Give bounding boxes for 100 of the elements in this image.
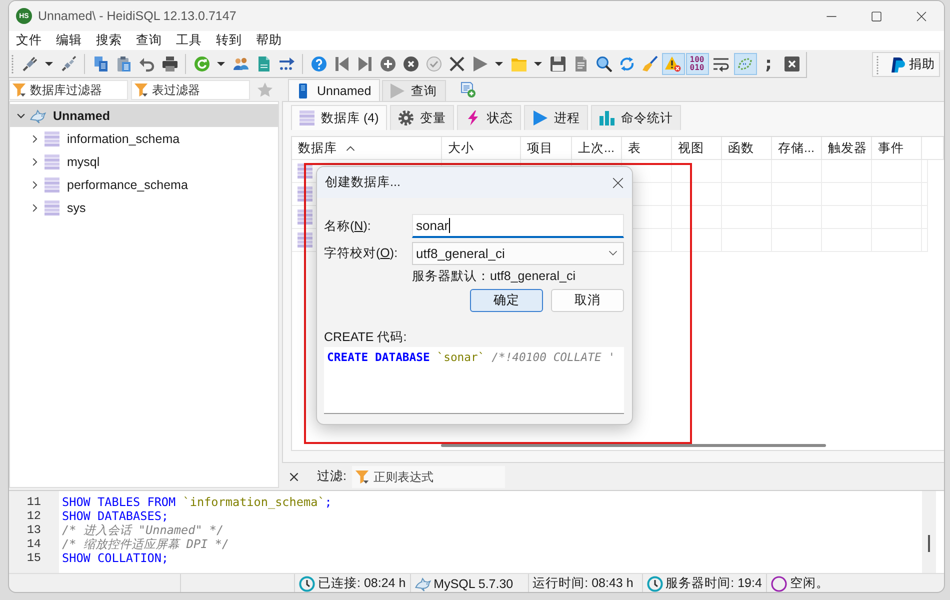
tab[interactable]: 进程 (524, 105, 588, 130)
table-cell (672, 160, 722, 183)
play-icon[interactable] (472, 56, 488, 72)
chevron-right-icon[interactable] (30, 156, 40, 166)
caret-icon[interactable] (495, 62, 503, 66)
new-tab-icon[interactable] (460, 82, 476, 98)
column-header[interactable]: 上次... (572, 137, 622, 160)
dialog-title: 创建数据库... (325, 174, 400, 191)
clipboard-icon[interactable] (116, 56, 132, 72)
toggle-button[interactable] (734, 53, 756, 75)
search-icon[interactable] (596, 56, 612, 72)
skip-forward-icon[interactable] (356, 56, 372, 72)
fish-icon (30, 108, 46, 124)
line-number: 13 (26, 523, 42, 537)
status-text: 服务器时间: 19:4 (666, 575, 762, 592)
donate-button[interactable]: 捐助 (883, 56, 935, 73)
database-icon (44, 130, 60, 146)
plug-icon[interactable] (22, 56, 38, 72)
caret-icon[interactable] (217, 62, 225, 66)
close-icon[interactable] (916, 10, 927, 22)
help-icon[interactable] (310, 56, 326, 72)
database-icon (44, 154, 60, 170)
tab[interactable]: 查询 (382, 80, 446, 101)
plus-icon[interactable] (380, 56, 396, 72)
tree-label: information_schema (67, 132, 180, 146)
toggle-button[interactable] (662, 53, 684, 75)
tree-item[interactable]: mysql (10, 150, 278, 173)
pages-icon[interactable] (92, 56, 108, 72)
chevron-right-icon[interactable] (30, 202, 40, 212)
menu-item[interactable]: 查询 (129, 32, 169, 49)
menu-item[interactable]: 工具 (169, 32, 209, 49)
column-header[interactable]: 触发器 (822, 137, 872, 160)
chevron-right-icon[interactable] (30, 134, 40, 144)
undo-icon[interactable] (138, 56, 154, 72)
scrollbar-thumb[interactable] (928, 535, 930, 552)
scrollbar-thumb[interactable] (441, 444, 826, 446)
column-header[interactable]: 函数 (722, 137, 772, 160)
tab[interactable]: Unnamed (288, 79, 380, 101)
tree-item[interactable]: information_schema (10, 127, 278, 150)
close-icon[interactable] (448, 56, 464, 72)
plug-icon[interactable] (60, 56, 76, 72)
filter-field[interactable]: 表过滤器 (131, 80, 250, 100)
chevron-right-icon[interactable] (30, 180, 40, 190)
funnel-icon (12, 83, 26, 97)
dialog-button[interactable]: 确定 (470, 289, 543, 312)
check-icon[interactable] (426, 56, 442, 72)
menu-item[interactable]: 编辑 (49, 32, 89, 49)
column-header[interactable]: 大小 (442, 137, 521, 160)
x-circle-icon[interactable] (402, 56, 418, 72)
users-icon[interactable] (232, 56, 248, 72)
menu-item[interactable]: 帮助 (249, 32, 289, 49)
column-header[interactable]: 数据库 (292, 137, 442, 160)
collation-select[interactable]: utf8_general_ci (412, 242, 624, 264)
play-icon (389, 83, 406, 99)
wrap-icon (713, 56, 729, 72)
maximize-icon[interactable] (871, 10, 882, 22)
tree-item[interactable]: Unnamed (10, 104, 278, 127)
circular-arrows-icon[interactable] (618, 56, 634, 72)
tree-item[interactable]: sys (10, 196, 278, 219)
close-square-icon[interactable] (784, 56, 800, 72)
tab[interactable]: 变量 (390, 105, 454, 130)
column-header[interactable]: 项目 (521, 137, 572, 160)
play-icon (532, 110, 548, 126)
tab[interactable]: 数据库 (4) (291, 105, 387, 130)
broom-icon[interactable] (642, 56, 658, 72)
name-input[interactable]: sonar (412, 214, 624, 238)
caret-icon[interactable] (534, 62, 542, 66)
grip-icon[interactable] (11, 54, 14, 74)
star-icon[interactable] (257, 82, 273, 98)
document-icon[interactable] (572, 56, 588, 72)
filter-field[interactable]: 数据库过滤器 (9, 80, 128, 100)
column-header[interactable]: 视图 (672, 137, 722, 160)
grip-icon[interactable] (876, 54, 879, 74)
caret-icon[interactable] (45, 62, 53, 66)
fish-icon (414, 576, 431, 592)
funnel-icon (355, 470, 370, 484)
column-header[interactable]: 存储... (772, 137, 822, 160)
semicolon-button[interactable]: ; (757, 53, 780, 75)
code-editor[interactable]: CREATE DATABASE `sonar` /*!40100 COLLATE ' (324, 347, 624, 414)
refresh-icon[interactable] (194, 56, 210, 72)
printer-icon[interactable] (162, 56, 178, 72)
column-header[interactable]: 事件 (872, 137, 922, 160)
tab[interactable]: 命令统计 (590, 105, 681, 130)
close-icon[interactable] (612, 176, 624, 188)
export-icon[interactable] (278, 56, 294, 72)
close-icon[interactable] (288, 470, 300, 482)
database-icon (297, 163, 313, 179)
file-icon[interactable] (256, 56, 272, 72)
skip-back-icon[interactable] (334, 56, 350, 72)
table-cell (672, 183, 722, 206)
save-icon[interactable] (550, 56, 566, 72)
table-cell (872, 160, 922, 183)
toggle-button[interactable]: 100 010 (686, 53, 708, 75)
menu-item[interactable]: 文件 (9, 32, 49, 49)
menu-item[interactable]: 搜索 (89, 32, 129, 49)
menu-item[interactable]: 转到 (209, 32, 249, 49)
dialog-button[interactable]: 取消 (551, 289, 624, 312)
column-header[interactable]: 表 (622, 137, 672, 160)
tab[interactable]: 状态 (456, 105, 521, 130)
tree-item[interactable]: performance_schema (10, 173, 278, 196)
